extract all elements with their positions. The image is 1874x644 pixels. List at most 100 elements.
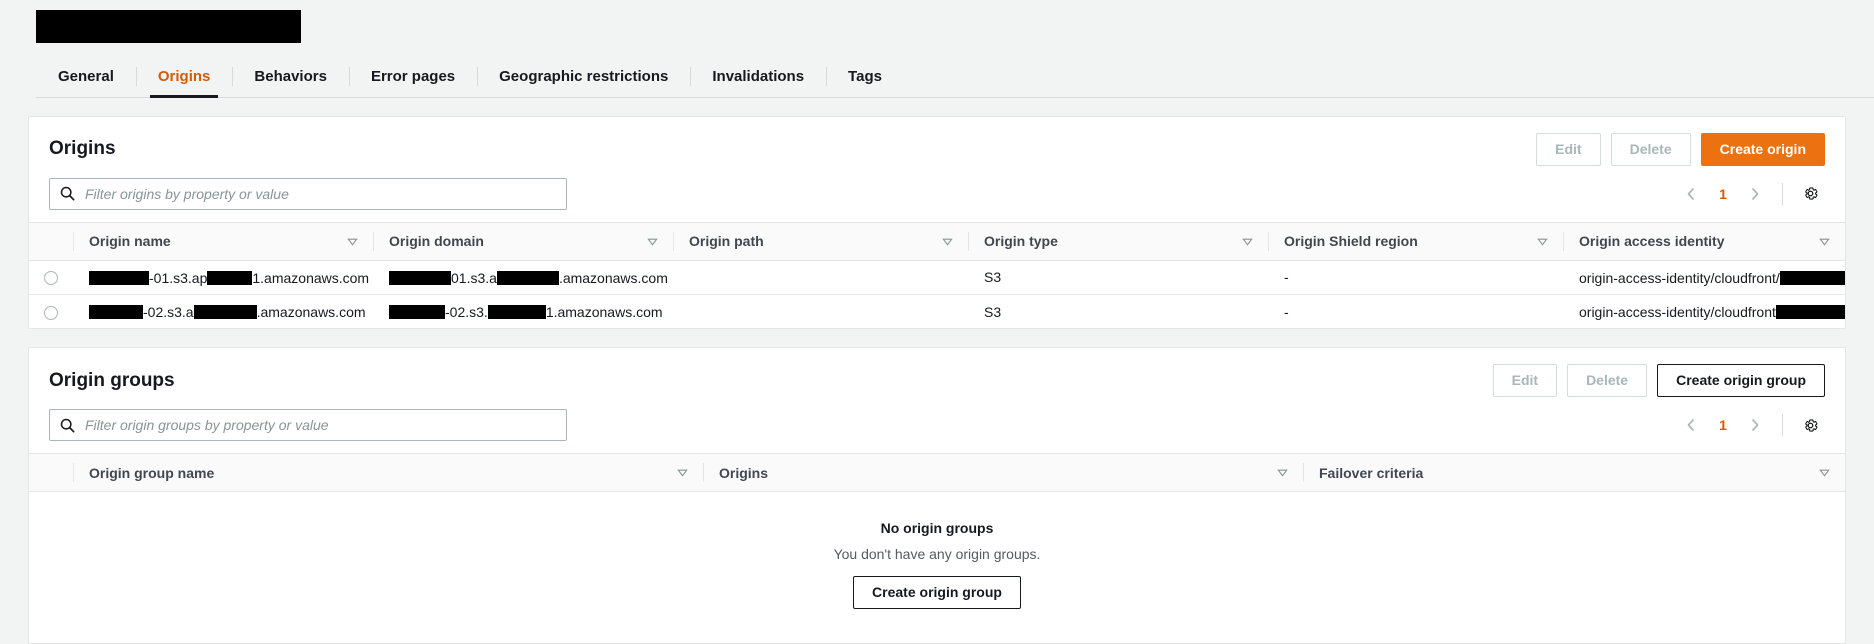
chevron-left-icon[interactable] <box>1676 410 1706 440</box>
origins-row-radio-cell[interactable] <box>29 260 73 295</box>
search-icon <box>60 186 75 201</box>
origins-cell-origin-type: S3 <box>984 303 1002 320</box>
redacted-origin-name-region <box>207 270 253 285</box>
origin-groups-filter-row: 1 <box>29 401 1845 453</box>
origin-groups-page-number[interactable]: 1 <box>1710 417 1736 433</box>
origins-column-header-origin-access-identity[interactable]: Origin access identity <box>1563 221 1845 261</box>
sort-icon[interactable] <box>346 235 359 248</box>
chevron-right-icon[interactable] <box>1740 179 1770 209</box>
column-label: Origin type <box>984 233 1058 250</box>
create-origin-button[interactable]: Create origin <box>1700 133 1825 166</box>
sort-icon[interactable] <box>1276 466 1289 479</box>
origins-cell-origin-domain: 01.s3.a .amazonaws.com <box>373 260 673 295</box>
origins-cell-origin-access-identity: origin-access-identity/cloudfront <box>1563 294 1845 328</box>
tab-geographic-restrictions[interactable]: Geographic restrictions <box>477 56 690 97</box>
origin-groups-column-header-origins[interactable]: Origins <box>703 453 1303 493</box>
tab-general[interactable]: General <box>36 56 136 97</box>
sort-icon[interactable] <box>646 235 659 248</box>
origin-groups-pagination: 1 <box>1676 410 1825 440</box>
origin-groups-actions: Edit Delete Create origin group <box>1492 364 1825 398</box>
column-label: Origin Shield region <box>1284 233 1418 250</box>
origins-column-header-origin-name[interactable]: Origin name <box>73 221 373 261</box>
tab-error-pages[interactable]: Error pages <box>348 56 477 97</box>
origin-name-mid: -01.s3.ap <box>149 269 208 286</box>
empty-state-subtitle: You don't have any origin groups. <box>833 546 1041 563</box>
origin-groups-column-header-failover-criteria[interactable]: Failover criteria <box>1303 453 1845 493</box>
origins-column-header-origin-shield-region[interactable]: Origin Shield region <box>1268 221 1563 261</box>
origins-cell-origin-path <box>673 294 968 328</box>
column-label: Origins <box>719 464 769 481</box>
column-label: Origin name <box>89 233 171 250</box>
sort-icon[interactable] <box>676 466 689 479</box>
radio-button[interactable] <box>44 305 58 320</box>
origins-search-box[interactable] <box>49 177 567 210</box>
radio-button[interactable] <box>44 271 58 286</box>
origin-domain-mid: 01.s3.a <box>451 269 497 286</box>
origin-name-mid: -02.s3.a <box>143 304 194 321</box>
origins-table-body: -01.s3.ap 1.amazonaws.com 01.s3.a .amazona… <box>29 260 1845 328</box>
origin-name-suffix: .amazonaws.com <box>256 304 366 321</box>
gear-icon[interactable] <box>1795 410 1825 440</box>
origins-cell-origin-name: -02.s3.a .amazonaws.com <box>73 294 373 328</box>
sort-icon[interactable] <box>941 235 954 248</box>
origins-delete-button[interactable]: Delete <box>1610 133 1691 166</box>
sort-icon[interactable] <box>1818 235 1831 248</box>
origin-groups-search-box[interactable] <box>49 409 567 442</box>
column-label: Origin path <box>689 233 764 250</box>
sort-icon[interactable] <box>1536 235 1549 248</box>
origins-column-header-origin-type[interactable]: Origin type <box>968 221 1268 261</box>
origins-card: Origins Edit Delete Create origin 1 <box>28 116 1846 330</box>
page-title <box>0 0 1874 43</box>
redacted-origin-domain-region <box>496 270 559 285</box>
tab-origins[interactable]: Origins <box>135 56 233 98</box>
redacted-origin-access-identity-id <box>1779 270 1845 285</box>
origin-groups-search-input[interactable] <box>83 410 566 441</box>
tab-tags[interactable]: Tags <box>826 56 904 97</box>
origins-filter-row: 1 <box>29 170 1845 222</box>
pagination-divider <box>1782 414 1783 437</box>
chevron-left-icon[interactable] <box>1676 179 1706 209</box>
tab-invalidations[interactable]: Invalidations <box>690 56 826 97</box>
origins-select-column-header <box>29 221 73 261</box>
origin-name-suffix: 1.amazonaws.com <box>252 269 370 286</box>
origin-groups-column-header-name[interactable]: Origin group name <box>73 453 703 493</box>
empty-state-create-origin-group-button[interactable]: Create origin group <box>853 576 1021 609</box>
create-origin-group-button[interactable]: Create origin group <box>1657 364 1825 398</box>
origins-table-header-row: Origin name Origin domain Origin path Or… <box>29 221 1845 261</box>
gear-icon[interactable] <box>1795 179 1825 209</box>
origins-table: Origin name Origin domain Origin path Or… <box>29 221 1845 329</box>
column-label: Origin domain <box>389 233 484 250</box>
origin-groups-empty-state: No origin groups You don't have any orig… <box>29 492 1845 643</box>
origins-edit-button[interactable]: Edit <box>1536 133 1601 166</box>
origins-pagination: 1 <box>1676 179 1825 209</box>
table-row[interactable]: -01.s3.ap 1.amazonaws.com 01.s3.a .amazona… <box>29 260 1845 295</box>
sort-icon[interactable] <box>1241 235 1254 248</box>
origin-groups-edit-button[interactable]: Edit <box>1492 364 1558 398</box>
origins-cell-origin-shield-region: - <box>1284 303 1289 320</box>
table-row[interactable]: -02.s3.a .amazonaws.com -02.s3. 1.amazonaw… <box>29 294 1845 328</box>
origins-card-header: Origins Edit Delete Create origin <box>29 117 1845 170</box>
origins-column-header-origin-domain[interactable]: Origin domain <box>373 221 673 261</box>
origins-row-radio-cell[interactable] <box>29 294 73 328</box>
origins-cell-origin-path <box>673 260 968 295</box>
redacted-origin-name-prefix <box>89 270 149 285</box>
origins-page-number[interactable]: 1 <box>1710 186 1736 202</box>
origin-access-identity-text: origin-access-identity/cloudfront/ <box>1579 269 1780 286</box>
origin-groups-select-column-header <box>29 453 73 493</box>
pagination-divider <box>1782 182 1783 205</box>
redacted-origin-domain-prefix <box>389 270 451 285</box>
tab-behaviors[interactable]: Behaviors <box>232 56 349 97</box>
sort-icon[interactable] <box>1818 466 1831 479</box>
origins-column-header-origin-path[interactable]: Origin path <box>673 221 968 261</box>
empty-state-title: No origin groups <box>880 520 994 537</box>
origin-domain-suffix: 1.amazonaws.com <box>545 304 663 321</box>
origin-groups-card: Origin groups Edit Delete Create origin … <box>28 347 1846 644</box>
origin-groups-delete-button[interactable]: Delete <box>1567 364 1648 398</box>
chevron-right-icon[interactable] <box>1740 410 1770 440</box>
origin-groups-table: Origin group name Origins Failover crite… <box>29 453 1845 493</box>
page-root: General Origins Behaviors Error pages Geogra… <box>0 0 1874 644</box>
origins-search-input[interactable] <box>83 178 566 209</box>
column-label: Origin group name <box>89 464 215 481</box>
origins-cell-origin-domain: -02.s3. 1.amazonaws.com <box>373 294 673 328</box>
origin-access-identity-text: origin-access-identity/cloudfront <box>1579 304 1776 321</box>
